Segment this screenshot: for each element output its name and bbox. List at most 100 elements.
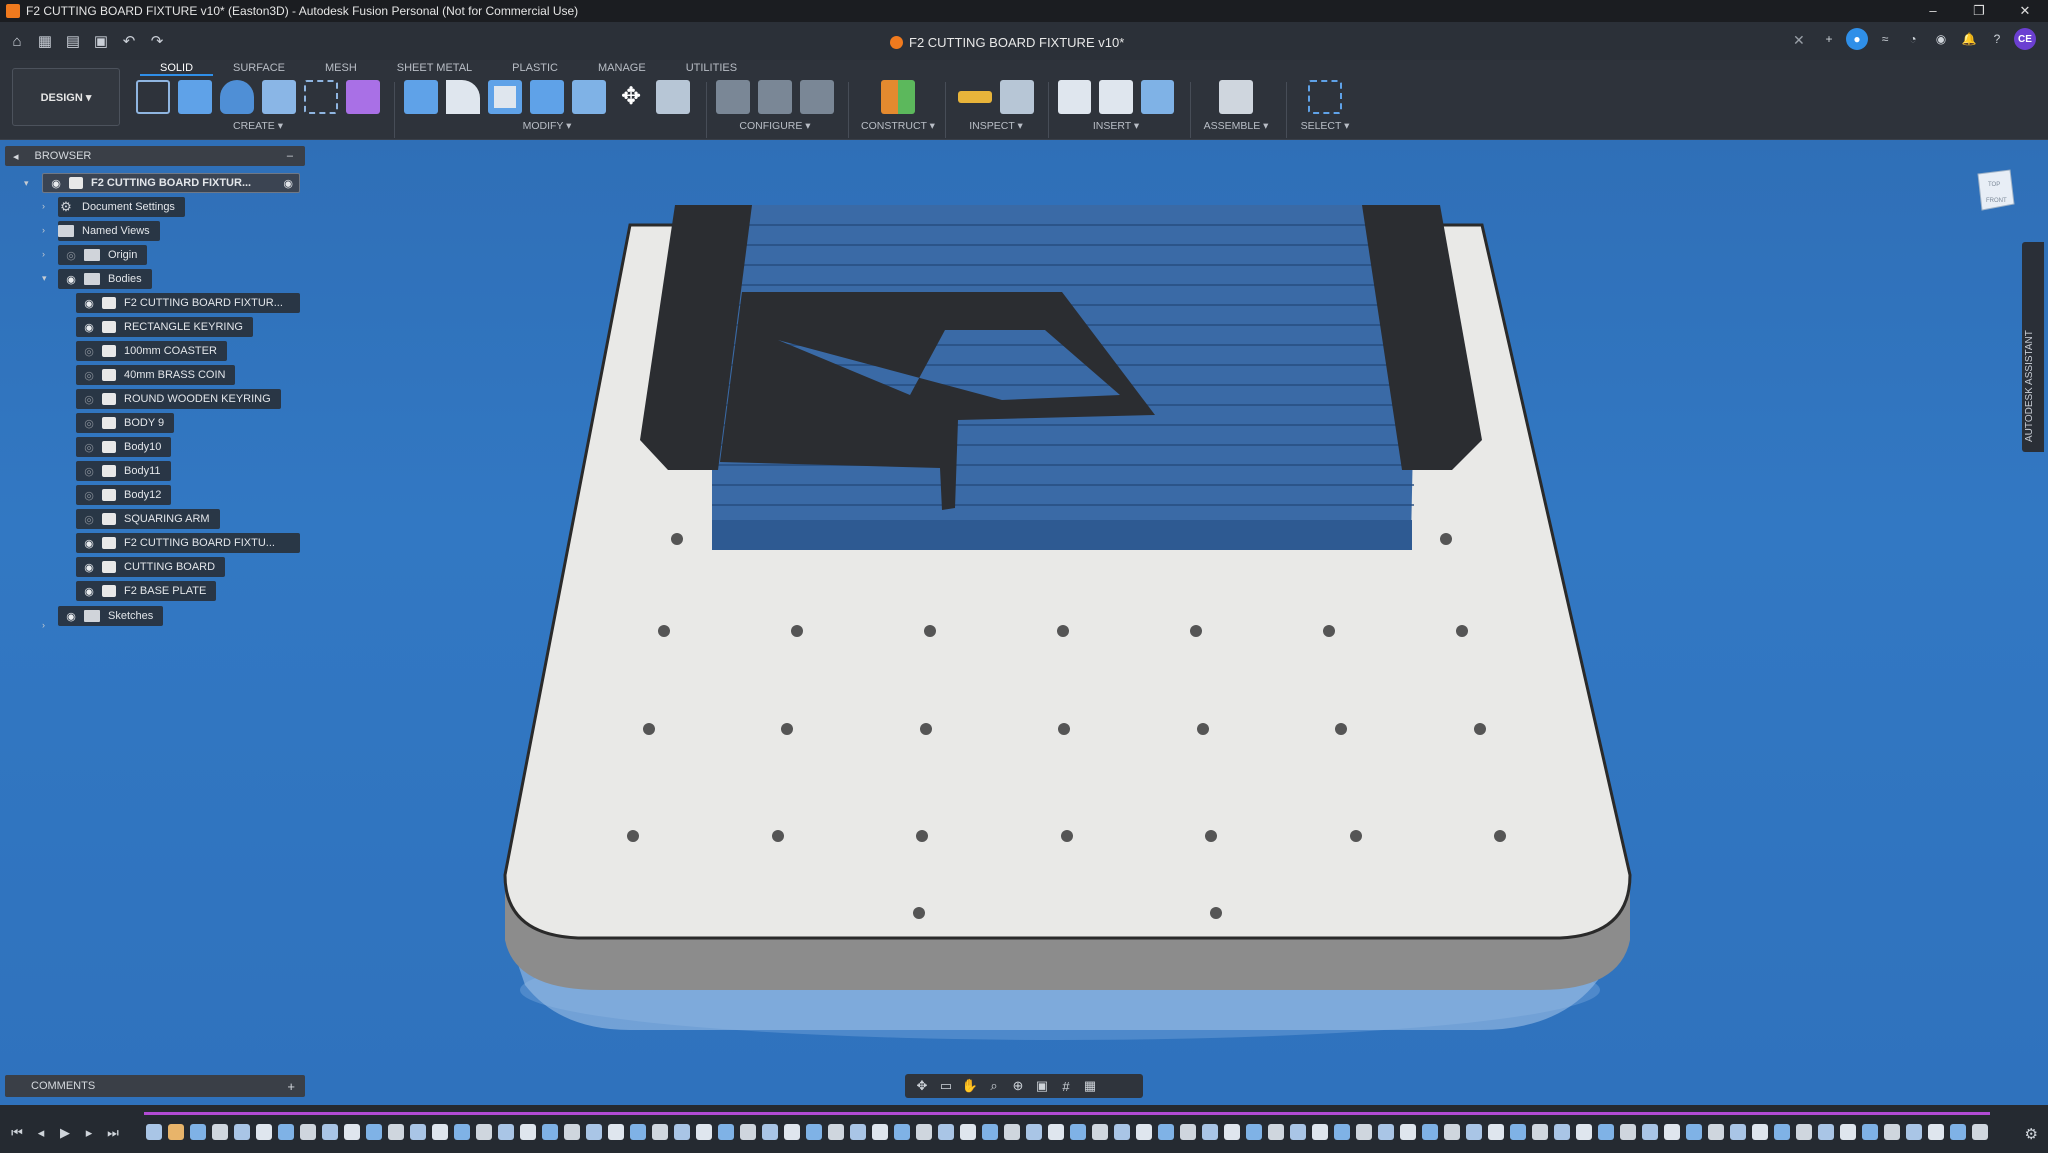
timeline-feature-icon[interactable]: [234, 1124, 250, 1140]
section-analysis-icon[interactable]: [1000, 80, 1034, 114]
timeline-feature-icon[interactable]: [960, 1124, 976, 1140]
chevron-right-icon[interactable]: ›: [42, 620, 45, 630]
timeline-feature-icon[interactable]: [542, 1124, 558, 1140]
timeline-feature-icon[interactable]: [894, 1124, 910, 1140]
timeline-feature-icon[interactable]: [1268, 1124, 1284, 1140]
timeline-feature-icon[interactable]: [1950, 1124, 1966, 1140]
display-settings-icon[interactable]: ▣: [1033, 1078, 1051, 1094]
create-group-label[interactable]: CREATE ▾: [136, 120, 380, 132]
timeline-feature-icon[interactable]: [1928, 1124, 1944, 1140]
timeline-feature-icon[interactable]: [1510, 1124, 1526, 1140]
zoom-window-icon[interactable]: ⊕: [1009, 1078, 1027, 1094]
tab-mesh[interactable]: MESH: [305, 60, 377, 76]
timeline-feature-icon[interactable]: [1048, 1124, 1064, 1140]
body-item[interactable]: ◉ F2 CUTTING BOARD FIXTU...: [76, 533, 300, 553]
viewports-icon[interactable]: ▦: [1081, 1078, 1099, 1094]
browser-item-origin[interactable]: ◎ Origin: [58, 245, 148, 265]
user-avatar[interactable]: CE: [2014, 28, 2036, 50]
measure-icon[interactable]: [958, 91, 992, 103]
step-back-icon[interactable]: ◂: [34, 1125, 48, 1141]
timeline-feature-icon[interactable]: [454, 1124, 470, 1140]
select-window-icon[interactable]: [1308, 80, 1342, 114]
hidden-eye-icon[interactable]: ◎: [80, 440, 98, 454]
hidden-eye-icon[interactable]: ◎: [80, 416, 98, 430]
hidden-eye-icon[interactable]: ◎: [62, 248, 80, 262]
play-icon[interactable]: ▶: [58, 1125, 72, 1141]
3d-viewport[interactable]: [0, 140, 2048, 1105]
browser-item-bodies[interactable]: ◉ Bodies: [58, 269, 152, 289]
timeline-feature-icon[interactable]: [1884, 1124, 1900, 1140]
visibility-eye-icon[interactable]: ◉: [80, 560, 98, 574]
grid-settings-icon[interactable]: #: [1057, 1079, 1075, 1094]
chevron-down-icon[interactable]: ▾: [42, 273, 47, 284]
timeline-feature-icon[interactable]: [872, 1124, 888, 1140]
configure-rules-icon[interactable]: [758, 80, 792, 114]
body-item[interactable]: ◎ 40mm BRASS COIN: [76, 365, 236, 385]
timeline-feature-icon[interactable]: [432, 1124, 448, 1140]
redo-icon[interactable]: ↷: [146, 30, 168, 52]
timeline-feature-icon[interactable]: [1906, 1124, 1922, 1140]
new-tab-icon[interactable]: +: [1818, 28, 1840, 50]
timeline-feature-icon[interactable]: [256, 1124, 272, 1140]
go-to-end-icon[interactable]: ⏭: [106, 1125, 120, 1141]
timeline-feature-icon[interactable]: [1334, 1124, 1350, 1140]
align-icon[interactable]: [656, 80, 690, 114]
timeline-feature-icon[interactable]: [1356, 1124, 1372, 1140]
timeline-feature-icon[interactable]: [586, 1124, 602, 1140]
insert-group-label[interactable]: INSERT ▾: [1058, 120, 1174, 132]
shell-icon[interactable]: [488, 80, 522, 114]
timeline-feature-icon[interactable]: [740, 1124, 756, 1140]
timeline-feature-icon[interactable]: [1642, 1124, 1658, 1140]
timeline-feature-icon[interactable]: [410, 1124, 426, 1140]
browser-collapse-button[interactable]: –: [287, 150, 293, 162]
joint-icon[interactable]: [1219, 80, 1253, 114]
timeline-feature-icon[interactable]: [1796, 1124, 1812, 1140]
assemble-group-label[interactable]: ASSEMBLE ▾: [1198, 120, 1274, 132]
timeline-feature-icon[interactable]: [1686, 1124, 1702, 1140]
timeline-feature-icon[interactable]: [1466, 1124, 1482, 1140]
autodesk-assistant-panel[interactable]: AUTODESK ASSISTANT: [2022, 242, 2044, 452]
hidden-eye-icon[interactable]: ◎: [80, 392, 98, 406]
fillet-icon[interactable]: [446, 80, 480, 114]
timeline-feature-icon[interactable]: [388, 1124, 404, 1140]
hidden-eye-icon[interactable]: ◎: [80, 344, 98, 358]
timeline-feature-icon[interactable]: [190, 1124, 206, 1140]
timeline-feature-icon[interactable]: [1246, 1124, 1262, 1140]
timeline-feature-icon[interactable]: [916, 1124, 932, 1140]
timeline-feature-icon[interactable]: [1664, 1124, 1680, 1140]
body-item[interactable]: ◉ CUTTING BOARD: [76, 557, 226, 577]
pan-icon[interactable]: ✋: [961, 1078, 979, 1094]
insert-mesh-icon[interactable]: [1099, 80, 1133, 114]
minimize-button[interactable]: –: [1910, 0, 1956, 22]
timeline-feature-icon[interactable]: [762, 1124, 778, 1140]
visibility-eye-icon[interactable]: ◉: [62, 272, 80, 286]
move-copy-icon[interactable]: ✥: [614, 80, 648, 114]
restore-button[interactable]: ❐: [1956, 0, 2002, 22]
timeline-feature-icon[interactable]: [1752, 1124, 1768, 1140]
body-item[interactable]: ◎ SQUARING ARM: [76, 509, 220, 529]
hole-icon[interactable]: [262, 80, 296, 114]
timeline-feature-icon[interactable]: [1532, 1124, 1548, 1140]
timeline-feature-icon[interactable]: [300, 1124, 316, 1140]
document-tab[interactable]: F2 CUTTING BOARD FIXTURE v10*: [890, 30, 1124, 54]
timeline-feature-icon[interactable]: [1422, 1124, 1438, 1140]
timeline-feature-icon[interactable]: [1620, 1124, 1636, 1140]
timeline-feature-icon[interactable]: [1136, 1124, 1152, 1140]
revolve-icon[interactable]: [220, 80, 254, 114]
online-status-icon[interactable]: ◉: [1930, 28, 1952, 50]
timeline-feature-icon[interactable]: [476, 1124, 492, 1140]
notifications-icon[interactable]: 🔔: [1958, 28, 1980, 50]
timeline-feature-icon[interactable]: [982, 1124, 998, 1140]
help-icon[interactable]: ?: [1986, 28, 2008, 50]
combine-icon[interactable]: [530, 80, 564, 114]
timeline-feature-icon[interactable]: [1862, 1124, 1878, 1140]
extrude-icon[interactable]: [178, 80, 212, 114]
body-item[interactable]: ◎ ROUND WOODEN KEYRING: [76, 389, 281, 409]
tab-plastic[interactable]: PLASTIC: [492, 60, 578, 76]
hidden-eye-icon[interactable]: ◎: [80, 368, 98, 382]
undo-icon[interactable]: ↶: [118, 30, 140, 52]
timeline-feature-icon[interactable]: [1598, 1124, 1614, 1140]
close-tab-icon[interactable]: ✕: [1793, 32, 1805, 49]
timeline-feature-icon[interactable]: [784, 1124, 800, 1140]
timeline-feature-icon[interactable]: [366, 1124, 382, 1140]
